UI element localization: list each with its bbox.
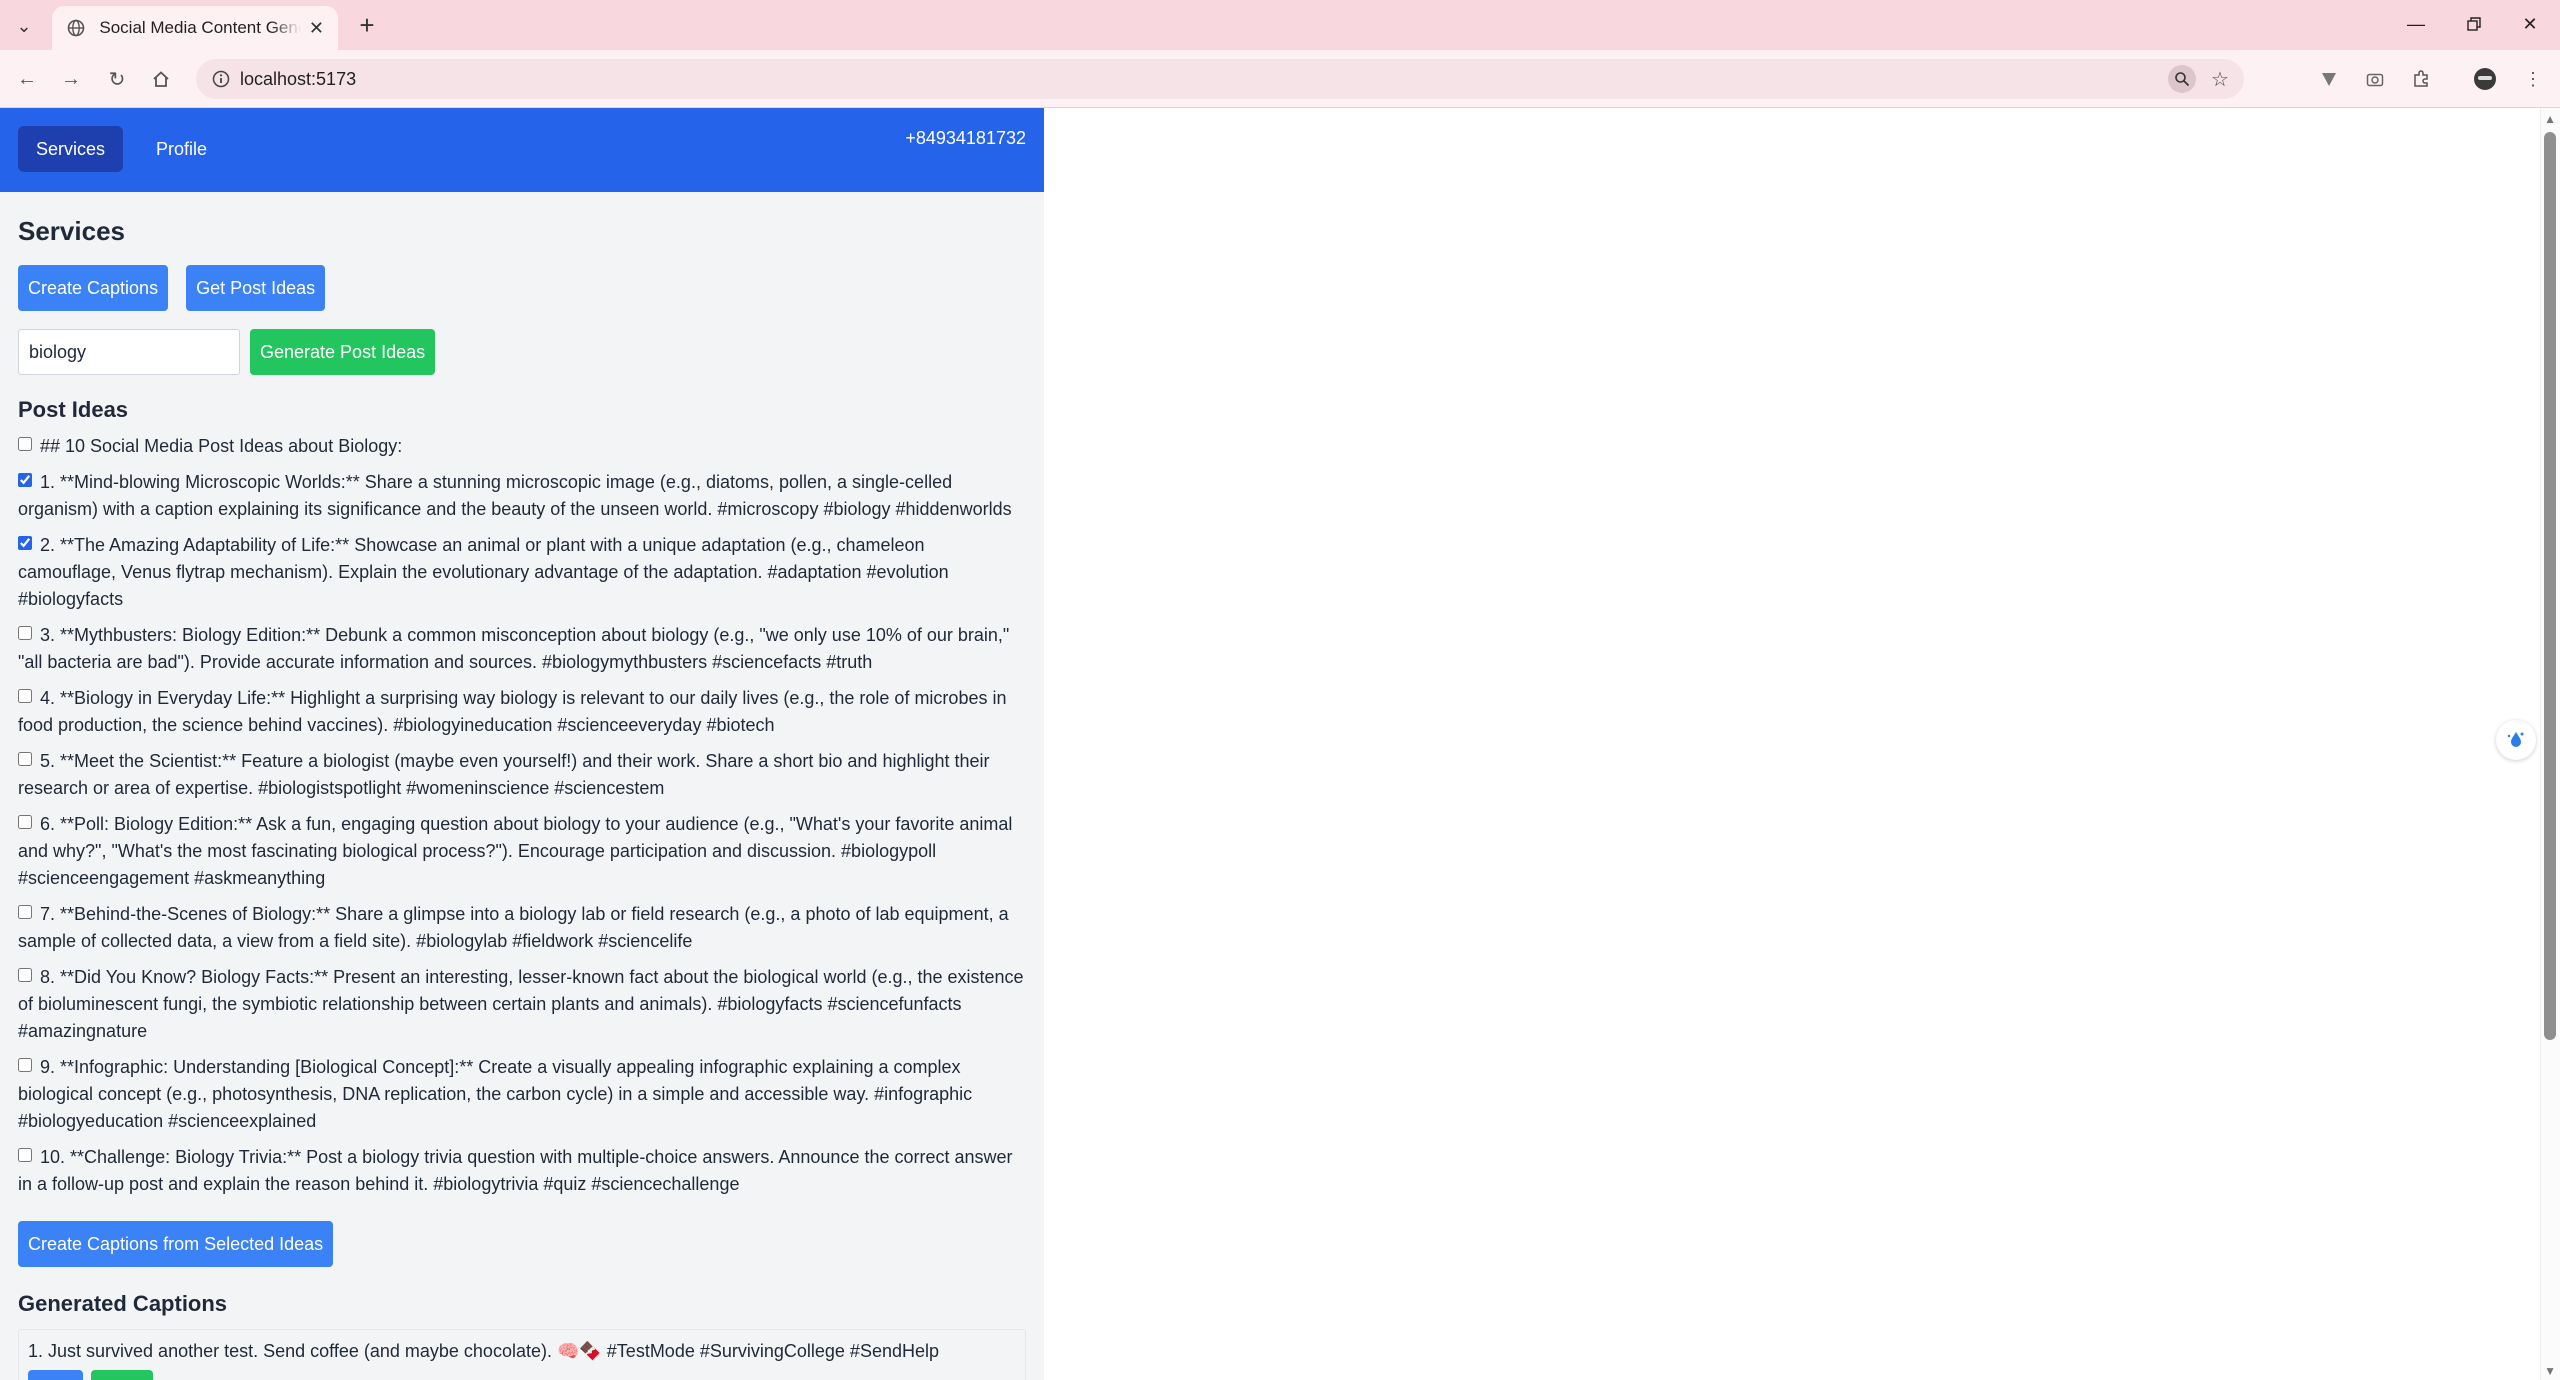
post-idea-item: 3. **Mythbusters: Biology Edition:** Deb…: [18, 622, 1026, 676]
post-idea-item: 10. **Challenge: Biology Trivia:** Post …: [18, 1144, 1026, 1198]
restore-icon[interactable]: [2454, 8, 2494, 40]
home-icon[interactable]: [146, 64, 176, 94]
post-idea-text: 10. **Challenge: Biology Trivia:** Post …: [18, 1147, 1013, 1194]
topic-form: Generate Post Ideas: [18, 329, 1026, 375]
post-idea-item: 6. **Poll: Biology Edition:** Ask a fun,…: [18, 811, 1026, 892]
browser-titlebar: ⌄ Social Media Content Generator ✕ + — ✕: [0, 0, 2560, 50]
phone-number: +84934181732: [905, 128, 1026, 148]
get-post-ideas-button[interactable]: Get Post Ideas: [186, 265, 326, 311]
post-idea-checkbox[interactable]: [18, 815, 32, 829]
scroll-down-arrow-icon[interactable]: ▼: [2544, 1364, 2556, 1378]
post-idea-checkbox[interactable]: [18, 536, 32, 550]
post-idea-item: ## 10 Social Media Post Ideas about Biol…: [18, 433, 1026, 460]
caption-text: 1. Just survived another test. Send coff…: [28, 1341, 939, 1361]
post-ideas-heading: Post Ideas: [18, 397, 129, 422]
post-idea-text: 1. **Mind-blowing Microscopic Worlds:** …: [18, 472, 1012, 519]
post-ideas-list: ## 10 Social Media Post Ideas about Biol…: [18, 433, 1026, 1198]
zoom-icon[interactable]: [2168, 65, 2196, 93]
reload-icon[interactable]: ↻: [102, 64, 132, 94]
scrollbar-thumb[interactable]: [2544, 132, 2556, 1040]
address-bar[interactable]: localhost:5173 ☆: [196, 59, 2244, 99]
generated-captions-heading: Generated Captions: [18, 1291, 228, 1316]
services-section: Services Create Captions Get Post Ideas …: [18, 216, 1026, 1380]
post-idea-checkbox[interactable]: [18, 752, 32, 766]
post-idea-item: 1. **Mind-blowing Microscopic Worlds:** …: [18, 469, 1026, 523]
extensions-puzzle-icon[interactable]: [2406, 64, 2436, 94]
nav-services[interactable]: Services: [18, 126, 124, 172]
forward-icon[interactable]: →: [56, 64, 86, 94]
post-idea-text: 6. **Poll: Biology Edition:** Ask a fun,…: [18, 814, 1013, 888]
post-idea-item: 5. **Meet the Scientist:** Feature a bio…: [18, 748, 1026, 802]
camera-icon[interactable]: [2360, 64, 2390, 94]
page-viewport: Services Profile +84934181732 Services C…: [0, 108, 2560, 1380]
post-idea-checkbox[interactable]: [18, 968, 32, 982]
post-idea-text: 3. **Mythbusters: Biology Edition:** Deb…: [18, 625, 1010, 672]
post-idea-text: 7. **Behind-the-Scenes of Biology:** Sha…: [18, 904, 1009, 951]
post-idea-text: ## 10 Social Media Post Ideas about Biol…: [40, 436, 403, 456]
post-idea-checkbox[interactable]: [18, 905, 32, 919]
post-idea-item: 7. **Behind-the-Scenes of Biology:** Sha…: [18, 901, 1026, 955]
close-tab-icon[interactable]: ✕: [309, 18, 324, 39]
post-idea-item: 8. **Did You Know? Biology Facts:** Pres…: [18, 964, 1026, 1045]
minimize-icon[interactable]: —: [2396, 8, 2436, 40]
browser-tab[interactable]: Social Media Content Generator ✕: [52, 6, 338, 50]
post-idea-checkbox[interactable]: [18, 626, 32, 640]
post-idea-text: 4. **Biology in Everyday Life:** Highlig…: [18, 688, 1007, 735]
extension-v-icon[interactable]: [2314, 64, 2344, 94]
post-idea-item: 9. **Infographic: Understanding [Biologi…: [18, 1054, 1026, 1135]
back-icon[interactable]: ←: [12, 64, 42, 94]
topic-input[interactable]: [18, 329, 240, 375]
close-window-icon[interactable]: ✕: [2510, 8, 2550, 40]
floating-extension-icon[interactable]: [2496, 720, 2536, 760]
post-idea-item: 2. **The Amazing Adaptability of Life:**…: [18, 532, 1026, 613]
post-idea-text: 8. **Did You Know? Biology Facts:** Pres…: [18, 967, 1024, 1041]
browser-toolbar: ← → ↻ localhost:5173 ☆: [0, 50, 2560, 108]
globe-icon: [66, 18, 85, 38]
share-caption-button[interactable]: Share: [91, 1370, 154, 1380]
app-navbar: Services Profile +84934181732: [0, 108, 1044, 192]
new-tab-icon[interactable]: +: [352, 10, 382, 40]
post-idea-text: 5. **Meet the Scientist:** Feature a bio…: [18, 751, 990, 798]
app-panel: Services Profile +84934181732 Services C…: [0, 108, 1044, 1380]
create-captions-button[interactable]: Create Captions: [18, 265, 169, 311]
tab-search-chevron-icon[interactable]: ⌄: [10, 12, 38, 40]
post-idea-checkbox[interactable]: [18, 437, 32, 451]
page-scrollbar[interactable]: ▲ ▼: [2540, 108, 2560, 1380]
nav-profile[interactable]: Profile: [138, 126, 225, 172]
post-idea-checkbox[interactable]: [18, 1058, 32, 1072]
tab-title: Social Media Content Generator: [99, 18, 301, 37]
caption-card: 1. Just survived another test. Send coff…: [18, 1329, 1026, 1380]
url-text[interactable]: localhost:5173: [240, 69, 356, 90]
post-idea-item: 4. **Biology in Everyday Life:** Highlig…: [18, 685, 1026, 739]
post-idea-checkbox[interactable]: [18, 473, 32, 487]
caption-actions: Save Share: [28, 1370, 1016, 1380]
browser-menu-icon[interactable]: ⋮: [2518, 64, 2548, 94]
post-idea-text: 9. **Infographic: Understanding [Biologi…: [18, 1057, 973, 1131]
generate-post-ideas-button[interactable]: Generate Post Ideas: [250, 329, 436, 375]
profile-avatar-icon[interactable]: [2470, 64, 2500, 94]
service-buttons: Create Captions Get Post Ideas: [18, 265, 1026, 311]
services-heading: Services: [18, 216, 125, 246]
create-captions-from-selected-button[interactable]: Create Captions from Selected Ideas: [18, 1221, 334, 1267]
save-caption-button[interactable]: Save: [28, 1370, 84, 1380]
post-idea-text: 2. **The Amazing Adaptability of Life:**…: [18, 535, 949, 609]
scroll-up-arrow-icon[interactable]: ▲: [2544, 112, 2556, 126]
site-info-icon[interactable]: [210, 68, 232, 90]
post-idea-checkbox[interactable]: [18, 1148, 32, 1162]
bookmark-star-icon[interactable]: ☆: [2206, 65, 2234, 93]
post-idea-checkbox[interactable]: [18, 689, 32, 703]
